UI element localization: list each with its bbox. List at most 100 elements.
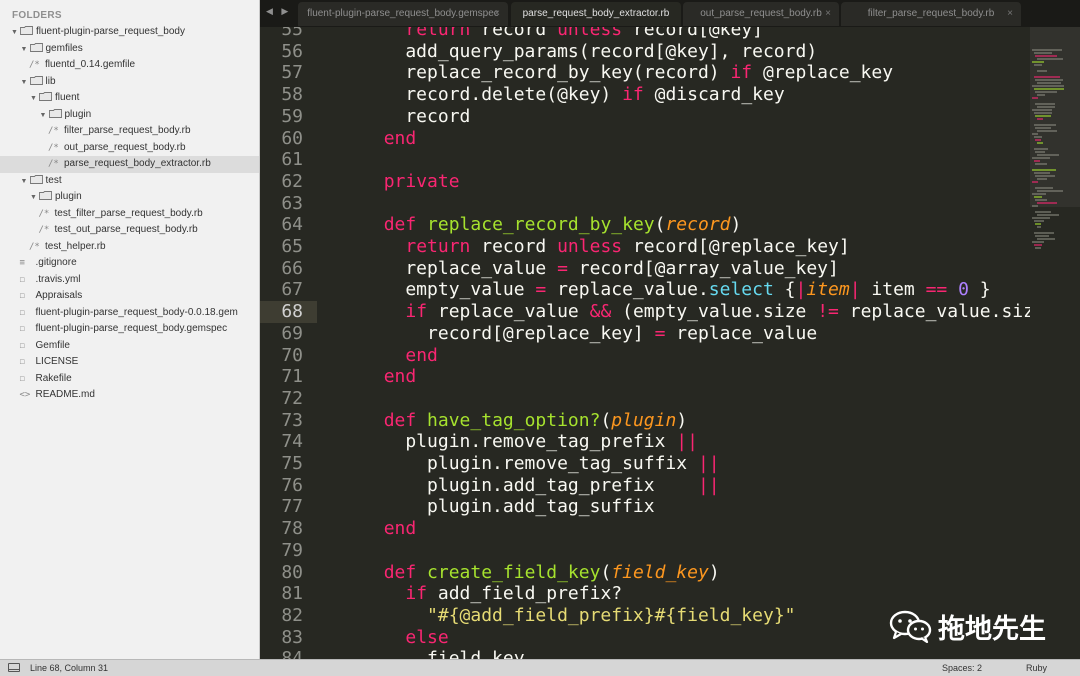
code-token: def [383, 561, 417, 583]
file-item[interactable]: /* out_parse_request_body.rb [0, 140, 259, 157]
file-item[interactable]: /* filter_parse_request_body.rb [0, 123, 259, 140]
disclosure-arrow-icon[interactable]: ▼ [20, 75, 29, 92]
editor-tab[interactable]: out_parse_request_body.rb × [683, 2, 839, 26]
folder-item[interactable]: ▼ fluent [0, 90, 259, 107]
folder-item[interactable]: ▼ plugin [0, 107, 259, 124]
file-item[interactable]: ☐ LICENSE [0, 354, 259, 371]
disclosure-arrow-icon[interactable]: ▼ [20, 42, 29, 59]
code-line[interactable]: replace_record_by_key(record) if @replac… [362, 62, 893, 84]
code-token: replace_value [665, 322, 818, 344]
code-token: if [730, 62, 753, 84]
tab-nav-arrows[interactable]: ◀ ▶ [266, 6, 291, 17]
editor-tab[interactable]: parse_request_body_extractor.rb [511, 2, 681, 26]
code-line[interactable]: private [362, 171, 460, 193]
file-icon: /* [29, 241, 40, 252]
code-line[interactable]: end [362, 518, 417, 540]
tree-item-label: .gitignore [35, 257, 77, 268]
code-line[interactable]: plugin.add_tag_suffix [362, 496, 655, 518]
sidebar: FOLDERS ▼ fluent-plugin-parse_request_bod… [0, 0, 260, 659]
code-line[interactable]: empty_value = replace_value.select {|ite… [362, 279, 990, 301]
code-area[interactable]: return record unless record[@key] add_qu… [260, 27, 1030, 659]
file-item[interactable]: ☐ fluent-plugin-parse_request_body-0.0.18… [0, 305, 259, 322]
folder-icon [39, 92, 52, 101]
code-line[interactable]: if replace_value && (empty_value.size !=… [362, 301, 1030, 323]
minimap-line [1036, 154, 1059, 156]
code-line[interactable]: plugin.remove_tag_prefix || [362, 431, 698, 453]
code-token: have_tag_option? [427, 409, 601, 431]
file-item[interactable]: /* test_filter_parse_request_body.rb [0, 206, 259, 223]
folder-item[interactable]: ▼ lib [0, 74, 259, 91]
file-item[interactable]: /* fluentd_0.14.gemfile [0, 57, 259, 74]
file-item[interactable]: ☐ Gemfile [0, 338, 259, 355]
folder-item[interactable]: ▼ gemfiles [0, 41, 259, 58]
minimap-line [1036, 94, 1045, 96]
code-line[interactable]: def create_field_key(field_key) [362, 562, 720, 584]
file-item[interactable]: /* test_helper.rb [0, 239, 259, 256]
file-icon: ☐ [19, 291, 25, 301]
code-line[interactable]: field_key [362, 648, 525, 659]
code-line[interactable]: return record unless record[@key] [362, 27, 763, 41]
tree-item-label: fluent [55, 92, 80, 103]
code-line[interactable]: plugin.add_tag_prefix || [362, 475, 720, 497]
file-item[interactable]: ☐ fluent-plugin-parse_request_body.gemspe… [0, 321, 259, 338]
tree-item-label: fluent-plugin-parse_request_body-0.0.18.… [35, 306, 238, 318]
disclosure-arrow-icon[interactable]: ▼ [29, 190, 38, 207]
file-icon: /* [38, 225, 50, 235]
file-icon: /* [29, 60, 40, 70]
code-line[interactable]: end [362, 366, 417, 388]
code-editor[interactable]: 55 56 57 58 59 60 61 62 63 64 65 66 67 68 69 70 71 72 73 74… [260, 27, 1030, 659]
file-item[interactable]: ☐ Rakefile [0, 371, 259, 388]
code-token: plugin.add_tag_prefix [362, 474, 698, 496]
file-icon: <> [19, 390, 31, 400]
code-line[interactable]: plugin.remove_tag_suffix || [362, 453, 720, 475]
code-line[interactable]: else [362, 626, 449, 649]
file-item[interactable]: /* test_out_parse_request_body.rb [0, 222, 259, 239]
code-line[interactable]: if add_field_prefix? [362, 583, 622, 605]
file-item[interactable]: /* parse_request_body_extractor.rb [0, 156, 259, 173]
code-line[interactable]: add_query_params(record[@key], record) [362, 41, 817, 63]
folder-item[interactable]: ▼ fluent-plugin-parse_request_body [0, 24, 259, 41]
tab-close-icon[interactable]: × [825, 2, 831, 26]
editor-tab[interactable]: fluent-plugin-parse_request_body.gemspec… [298, 2, 508, 26]
code-line[interactable]: record[@replace_key] = replace_value [362, 323, 817, 345]
tab-close-icon[interactable]: × [1007, 2, 1013, 26]
code-token: | [849, 279, 861, 301]
tab-bar: ◀ ▶ fluent-plugin-parse_request_body.gem… [260, 0, 1080, 28]
code-line[interactable]: def replace_record_by_key(record) [362, 214, 742, 236]
minimap-viewport[interactable] [1030, 27, 1080, 207]
code-line[interactable]: record.delete(@key) if @discard_key [362, 84, 784, 106]
file-item[interactable]: ≡ .gitignore [0, 255, 259, 272]
disclosure-arrow-icon[interactable]: ▼ [10, 25, 19, 42]
syntax-selector[interactable]: Ruby [1026, 660, 1047, 676]
code-line[interactable]: return record unless record[@replace_key… [362, 236, 849, 258]
watermark-text: 拖地先生 [938, 613, 1046, 645]
file-item[interactable]: ☐ .travis.yml [0, 272, 259, 289]
panel-toggle-icon[interactable] [8, 663, 20, 672]
code-line[interactable]: record [362, 106, 470, 128]
code-line[interactable]: def have_tag_option?(plugin) [362, 410, 687, 432]
disclosure-arrow-icon[interactable]: ▼ [20, 174, 29, 191]
folder-icon [29, 174, 43, 184]
tab-close-icon[interactable]: × [494, 2, 500, 26]
code-line[interactable]: end [362, 128, 417, 150]
minimap[interactable] [1030, 27, 1080, 659]
folder-item[interactable]: ▼ plugin [0, 189, 259, 206]
file-item[interactable]: <> README.md [0, 387, 259, 404]
code-token: else [405, 626, 449, 648]
code-token: return [405, 236, 471, 257]
indentation-setting[interactable]: Spaces: 2 [942, 660, 982, 676]
code-line[interactable]: end [362, 345, 438, 367]
folder-icon [48, 108, 62, 118]
disclosure-arrow-icon[interactable]: ▼ [39, 108, 48, 125]
file-item[interactable]: ☐ Appraisals [0, 288, 259, 305]
code-line[interactable]: "#{@add_field_prefix}#{field_key}" [362, 605, 795, 627]
code-line[interactable]: replace_value = record[@array_value_key] [362, 258, 839, 280]
minimap-line [1036, 214, 1059, 216]
disclosure-arrow-icon[interactable]: ▼ [29, 91, 38, 108]
tree-item-label: LICENSE [35, 356, 79, 367]
editor-tab[interactable]: filter_parse_request_body.rb × [841, 2, 1021, 26]
folder-item[interactable]: ▼ test [0, 173, 259, 190]
